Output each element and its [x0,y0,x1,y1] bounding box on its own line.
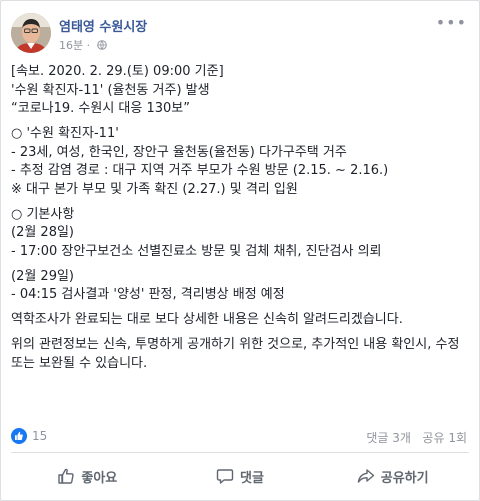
share-arrow-icon [357,469,374,483]
post-line: ※ 대구 본가 부모 및 가족 확진 (2.27.) 및 격리 입원 [11,181,298,197]
avatar[interactable] [11,13,51,53]
more-options-icon[interactable]: ••• [436,13,467,32]
post-meta: 16분 · [59,37,107,53]
post-line: ○ 기본사항 [11,206,75,222]
comment-label: 댓글 [240,470,264,486]
thumbs-up-icon [58,468,75,484]
post-line: (2월 28일) [11,225,75,240]
post-line: - 23세, 여성, 한국인, 장안구 율천동(율전동) 다가구주택 거주 [11,144,347,160]
share-label: 공유하기 [380,470,429,486]
post-line: “코로나19. 수원시 대응 130보” [11,101,190,116]
post-line: - 04:15 검사결과 '양성' 판정, 격리병상 배정 예정 [11,287,285,302]
comment-share-counts: 댓글 3개 공유 1회 [366,429,467,446]
like-button[interactable]: 좋아요 [11,453,164,499]
post-time[interactable]: 16분 [59,39,83,52]
post-body: [속보. 2020. 2. 29.(토) 09:00 기준] '수원 확진자-1… [11,63,469,373]
author-name[interactable]: 염태영 수원시장 [59,16,147,35]
post-line: [속보. 2020. 2. 29.(토) 09:00 기준] [11,64,224,79]
post-header: 염태영 수원시장 16분 · [11,13,411,57]
post-stats: 15 댓글 3개 공유 1회 [11,426,467,446]
post-line: 역학조사가 완료되는 대로 보다 상세한 내용은 신속히 알려드리겠습니다. [11,312,403,327]
post-line: 위의 관련정보는 신속, 투명하게 공개하기 위한 것으로, 추가적인 내용 확… [11,337,460,371]
like-label: 좋아요 [81,470,118,486]
post-line: ○ '수원 확진자-11' [11,126,119,141]
dot-separator: · [86,39,91,52]
comment-count[interactable]: 댓글 3개 [366,431,411,445]
post-card: 염태영 수원시장 16분 · ••• [속보. 2020. 2. 29.(토) … [0,0,480,501]
like-reaction-icon[interactable] [11,428,27,444]
comment-button[interactable]: 댓글 [164,453,317,499]
globe-icon [96,40,107,50]
share-button[interactable]: 공유하기 [316,453,469,499]
share-count[interactable]: 공유 1회 [422,431,467,445]
post-line: '수원 확진자-11' (율천동 거주) 발생 [11,82,210,98]
action-bar: 좋아요 댓글 공유하기 [11,453,469,499]
dot-separator [415,431,419,445]
post-line: - 추정 감염 경로 : 대구 지역 거주 부모가 수원 방문 (2.15. ~… [11,163,389,178]
post-line: - 17:00 장안구보건소 선별진료소 방문 및 검체 채취, 진단검사 의뢰 [11,243,382,259]
like-count[interactable]: 15 [32,429,47,443]
thumbs-up-icon [15,431,23,440]
comment-icon [216,469,234,484]
avatar-photo [11,13,51,53]
post-line: (2월 29일) [11,268,75,284]
